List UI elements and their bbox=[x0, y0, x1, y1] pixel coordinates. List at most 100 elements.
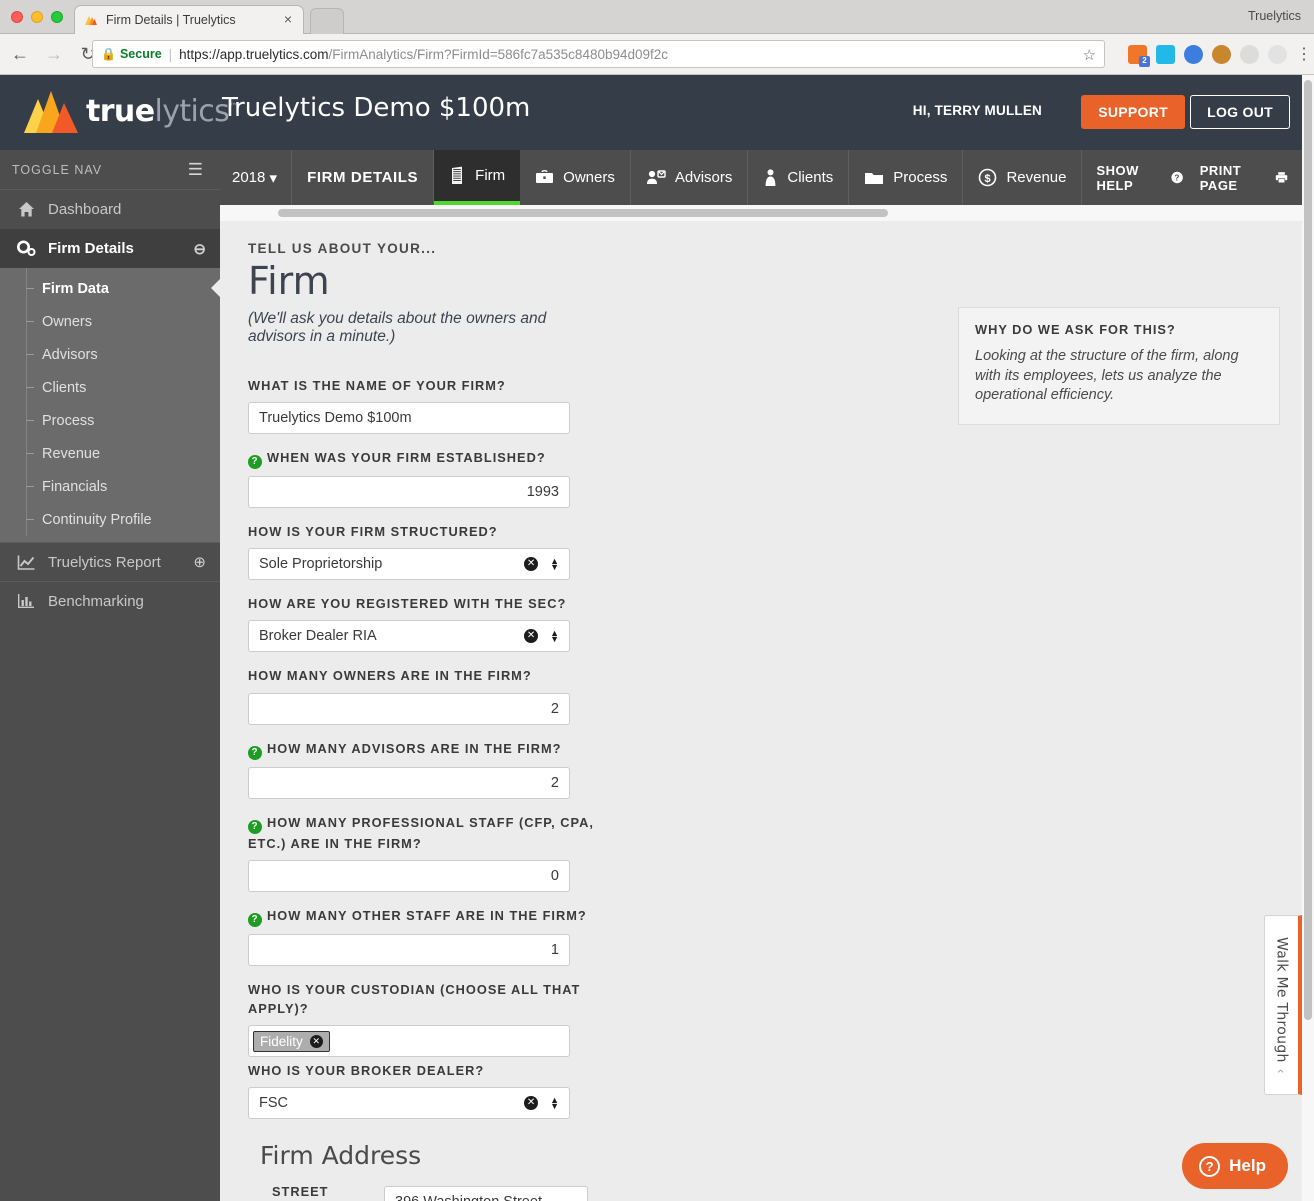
horizontal-scrollbar-thumb[interactable] bbox=[278, 209, 888, 217]
minimize-window-button[interactable] bbox=[31, 11, 43, 23]
expand-plus-icon[interactable]: ⊕ bbox=[193, 553, 206, 571]
tab-revenue[interactable]: $ Revenue bbox=[963, 150, 1083, 205]
support-button[interactable]: SUPPORT bbox=[1081, 95, 1185, 129]
home-icon bbox=[14, 201, 38, 218]
field-broker-dealer: WHO IS YOUR BROKER DEALER? FSC ✕ ▲ ▼ bbox=[248, 1061, 608, 1120]
help-tooltip-icon[interactable]: ? bbox=[248, 745, 262, 760]
sidebar-item-benchmarking[interactable]: Benchmarking bbox=[0, 581, 220, 620]
tab-firm[interactable]: Firm bbox=[434, 150, 521, 205]
sidebar-item-dashboard[interactable]: Dashboard bbox=[0, 190, 220, 229]
broker-dealer-select[interactable]: FSC ✕ ▲ ▼ bbox=[248, 1087, 570, 1120]
sec-registration-select[interactable]: Broker Dealer RIA ✕ ▲ ▼ bbox=[248, 620, 570, 653]
year-selector[interactable]: 2018 ▾ bbox=[220, 150, 293, 205]
field-label: ? HOW MANY OTHER STAFF ARE IN THE FIRM? bbox=[248, 906, 608, 927]
app-header: truelytics™ Truelytics Demo $100m HI, TE… bbox=[0, 75, 1302, 150]
logo-true-text: true bbox=[86, 93, 155, 129]
selected-value: FSC bbox=[259, 1095, 288, 1112]
firm-name-input[interactable]: Truelytics Demo $100m bbox=[248, 402, 570, 435]
caret-down-icon: ▼ bbox=[550, 1101, 559, 1112]
select-stepper-icon[interactable]: ▲ ▼ bbox=[550, 557, 559, 572]
tab-process[interactable]: Process bbox=[849, 150, 964, 205]
omnibox-divider: | bbox=[168, 46, 173, 62]
new-tab-button[interactable] bbox=[310, 8, 344, 34]
select-stepper-icon[interactable]: ▲ ▼ bbox=[550, 1096, 559, 1112]
sidebar-item-label: Truelytics Report bbox=[48, 553, 161, 571]
firm-address-heading: Firm Address bbox=[260, 1141, 422, 1171]
street-address-1-input[interactable]: 396 Washington Street bbox=[384, 1185, 588, 1201]
user-card-icon bbox=[646, 169, 666, 186]
logout-button[interactable]: LOG OUT bbox=[1190, 95, 1290, 129]
truelytics-favicon-icon bbox=[83, 12, 99, 28]
forward-icon[interactable]: → bbox=[40, 40, 68, 68]
extension-icon-power[interactable] bbox=[1268, 44, 1287, 64]
tab-label: Revenue bbox=[1006, 169, 1067, 186]
firm-established-input[interactable]: 1993 bbox=[248, 476, 570, 509]
extension-icon-animal[interactable] bbox=[1212, 44, 1231, 64]
sidebar-subitem-process[interactable]: Process bbox=[0, 404, 220, 437]
tab-advisors[interactable]: Advisors bbox=[631, 150, 749, 205]
clear-selection-icon[interactable]: ✕ bbox=[524, 1096, 539, 1111]
bar-chart-icon bbox=[14, 593, 38, 609]
browser-tab-title: Firm Details | Truelytics bbox=[106, 13, 236, 27]
sidebar-subitem-label: Continuity Profile bbox=[42, 511, 152, 528]
print-page-button[interactable]: PRINT PAGE bbox=[1200, 163, 1288, 193]
extension-icon-cyan[interactable] bbox=[1156, 44, 1175, 64]
sidebar-subitem-continuity-profile[interactable]: Continuity Profile bbox=[0, 503, 220, 536]
owners-count-input[interactable]: 2 bbox=[248, 692, 570, 725]
bookmark-star-icon[interactable]: ☆ bbox=[1083, 46, 1096, 64]
sidebar-subitem-label: Financials bbox=[42, 478, 108, 495]
field-firm-established: ? WHEN WAS YOUR FIRM ESTABLISHED? 1993 bbox=[248, 448, 608, 509]
custodian-tag[interactable]: Fidelity ✕ bbox=[253, 1030, 330, 1052]
close-tab-icon[interactable]: × bbox=[281, 12, 295, 27]
show-help-button[interactable]: SHOW HELP ? bbox=[1096, 163, 1184, 193]
sidebar-subitem-revenue[interactable]: Revenue bbox=[0, 437, 220, 470]
toggle-nav-button[interactable]: TOGGLE NAV ☰ bbox=[0, 150, 220, 190]
other-staff-count-input[interactable]: 1 bbox=[248, 933, 570, 966]
vertical-scrollbar-thumb[interactable] bbox=[1304, 80, 1312, 1020]
firm-structure-select[interactable]: Sole Proprietorship ✕ ▲ ▼ bbox=[248, 548, 570, 581]
extension-icon-gray[interactable] bbox=[1240, 44, 1259, 64]
extension-icon-blue[interactable] bbox=[1184, 44, 1203, 64]
window-title: Truelytics bbox=[1247, 9, 1301, 23]
sidebar-subitem-owners[interactable]: Owners bbox=[0, 305, 220, 338]
address-bar[interactable]: 🔒 Secure | https://app.truelytics.com/Fi… bbox=[92, 40, 1105, 68]
browser-tab[interactable]: Firm Details | Truelytics × bbox=[74, 5, 304, 34]
sidebar-subitem-advisors[interactable]: Advisors bbox=[0, 338, 220, 371]
advisors-count-input[interactable]: 2 bbox=[248, 766, 570, 799]
why-we-ask-title: WHY DO WE ASK FOR THIS? bbox=[975, 322, 1176, 337]
select-stepper-icon[interactable]: ▲ ▼ bbox=[550, 629, 559, 644]
gears-icon bbox=[14, 240, 38, 257]
tab-clients[interactable]: Clients bbox=[748, 150, 850, 205]
back-icon[interactable]: ← bbox=[6, 40, 34, 68]
truelytics-logo[interactable]: truelytics™ bbox=[22, 87, 239, 135]
selected-value: Sole Proprietorship bbox=[259, 556, 383, 573]
question-mark-icon: ? bbox=[1199, 1155, 1221, 1177]
sidebar-item-truelytics-report[interactable]: Truelytics Report ⊕ bbox=[0, 542, 220, 581]
close-window-button[interactable] bbox=[11, 11, 23, 23]
maximize-window-button[interactable] bbox=[51, 11, 63, 23]
sidebar-subitem-financials[interactable]: Financials bbox=[0, 470, 220, 503]
help-tooltip-icon[interactable]: ? bbox=[248, 819, 262, 834]
browser-menu-icon[interactable]: ⋮ bbox=[1296, 44, 1312, 64]
toggle-nav-label: TOGGLE NAV bbox=[12, 162, 103, 177]
help-tooltip-icon[interactable]: ? bbox=[248, 455, 262, 470]
clear-selection-icon[interactable]: ✕ bbox=[524, 629, 539, 644]
clear-selection-icon[interactable]: ✕ bbox=[524, 557, 539, 572]
select-controls: ✕ ▲ ▼ bbox=[524, 1096, 559, 1112]
hamburger-icon[interactable]: ☰ bbox=[188, 160, 204, 180]
sidebar-subitem-clients[interactable]: Clients bbox=[0, 371, 220, 404]
extension-icon-orange[interactable]: 2 bbox=[1128, 44, 1150, 67]
walk-me-through-tab[interactable]: Walk Me Through ‹ bbox=[1264, 915, 1302, 1095]
sidebar-subitem-firm-data[interactable]: Firm Data bbox=[0, 272, 220, 305]
main-content: TELL US ABOUT YOUR... Firm (We'll ask yo… bbox=[220, 221, 1302, 1201]
street-address-label: STREET ADDRESS 1 bbox=[272, 1184, 329, 1200]
remove-tag-icon[interactable]: ✕ bbox=[309, 1034, 323, 1048]
collapse-minus-icon[interactable]: ⊖ bbox=[193, 240, 206, 258]
help-tooltip-icon[interactable]: ? bbox=[248, 912, 262, 927]
sidebar-item-firm-details[interactable]: Firm Details ⊖ bbox=[0, 229, 220, 268]
tab-label: Clients bbox=[787, 169, 834, 186]
professional-staff-count-input[interactable]: 0 bbox=[248, 859, 570, 892]
custodian-multiselect[interactable]: Fidelity ✕ bbox=[248, 1025, 570, 1058]
tab-owners[interactable]: Owners bbox=[520, 150, 631, 205]
help-button[interactable]: ? Help bbox=[1182, 1143, 1288, 1189]
